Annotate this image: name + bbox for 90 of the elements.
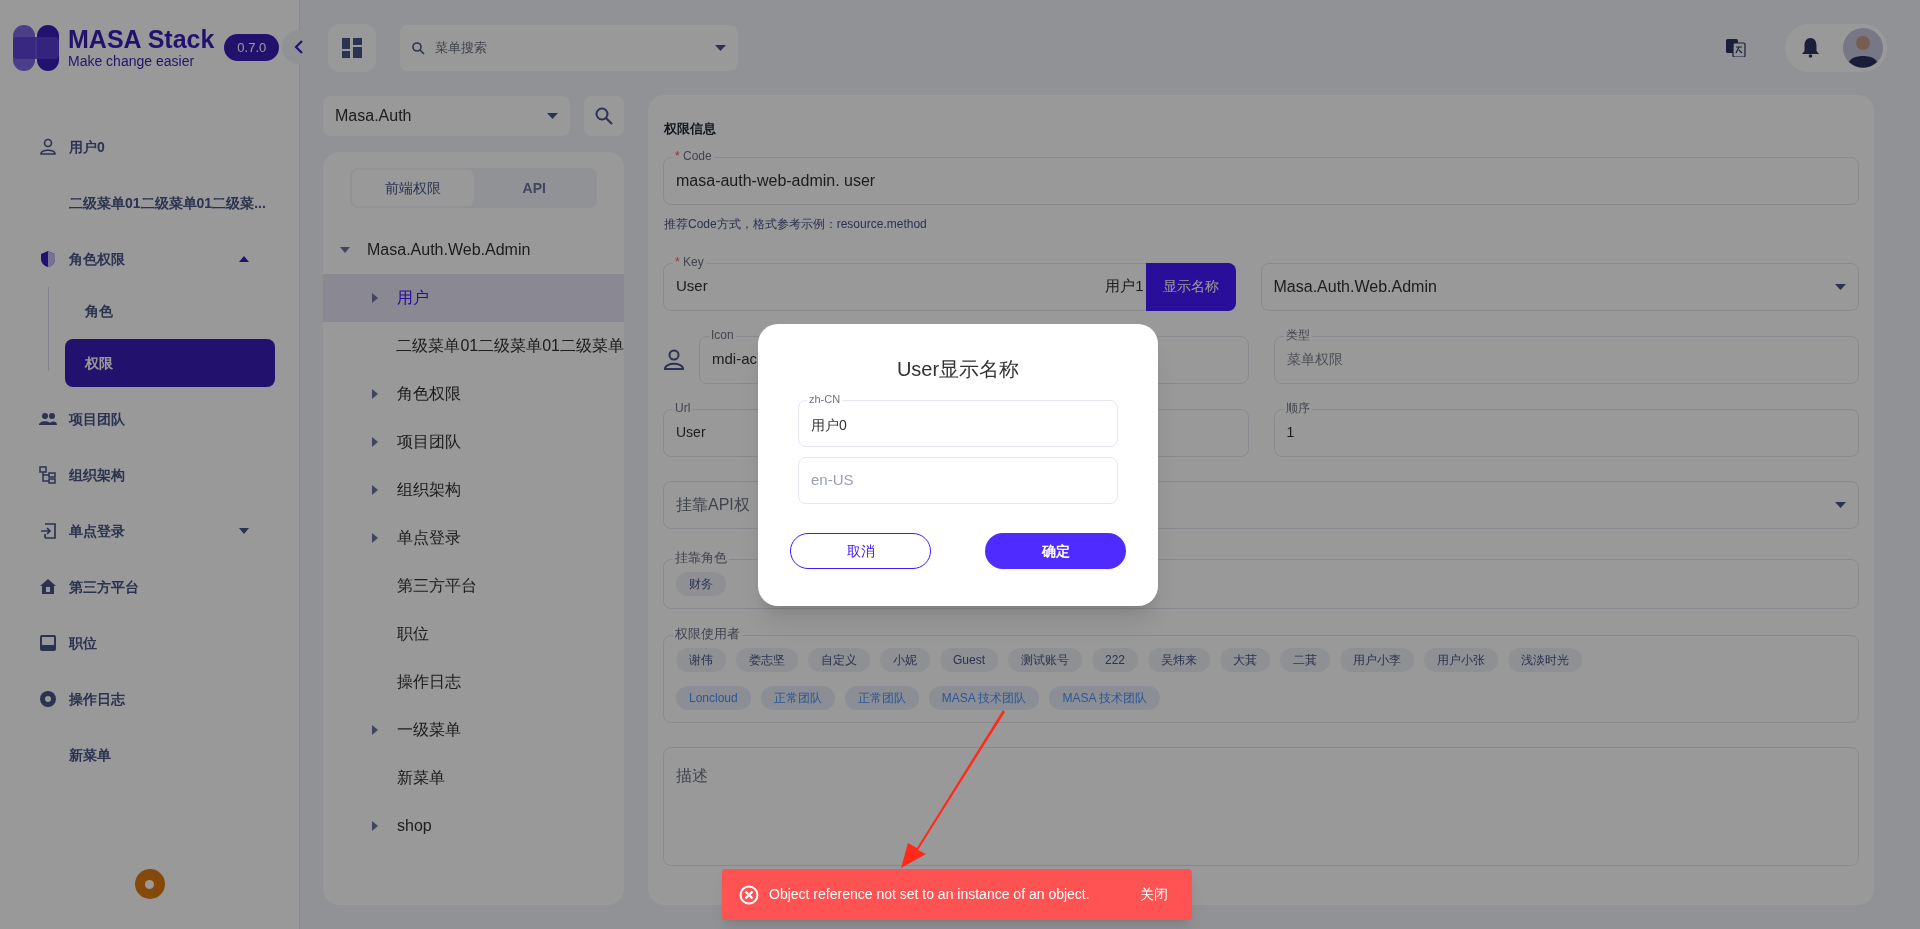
tree-item[interactable]: 单点登录 [323, 514, 624, 562]
menu-item-icon [39, 634, 57, 652]
section-title: 权限信息 [664, 120, 717, 138]
chip: MASA 技术团队 [928, 685, 1040, 710]
chip: 二萁 [1280, 647, 1331, 672]
chip: MASA 技术团队 [1049, 685, 1161, 710]
tree-item[interactable]: 新菜单 [323, 754, 624, 802]
dropdown-arrow-icon [547, 113, 558, 119]
chevron-left-icon [294, 40, 304, 54]
sidebar-item[interactable]: 第三方平台 [0, 559, 299, 615]
dropdown-arrow-icon [715, 44, 726, 51]
person-icon [663, 348, 685, 371]
chip: 娄志坚 [736, 647, 798, 672]
tree-item[interactable]: 二级菜单01二级菜单01二级菜单 [323, 322, 624, 370]
dashboard-icon [342, 37, 362, 58]
chip: 大萁 [1220, 647, 1271, 672]
dialog-title: User显示名称 [896, 357, 1020, 382]
search-icon [412, 41, 425, 55]
tree-item[interactable]: Masa.Auth.Web.Admin [323, 226, 624, 274]
menu-item-icon [39, 138, 57, 156]
menu-item-icon [39, 578, 57, 596]
error-message: Object reference not set to an instance of an object. [769, 885, 1090, 904]
sidebar-item[interactable]: 用户0 [0, 119, 299, 175]
chip: 浅淡时光 [1508, 647, 1583, 672]
tree-item[interactable]: 项目团队 [323, 418, 624, 466]
menu-item-icon [39, 522, 57, 540]
sidebar-item[interactable]: 操作日志 [0, 671, 299, 727]
tree-item[interactable]: 第三方平台 [323, 562, 624, 610]
sidebar-item[interactable]: 职位 [0, 615, 299, 671]
sidebar-subitem[interactable]: 角色 [65, 287, 275, 335]
chip: 财务 [676, 571, 726, 596]
field-label: 顺序 [1283, 399, 1312, 416]
field-label: 挂靠角色 [673, 549, 729, 566]
sidebar-item[interactable]: 单点登录 [0, 503, 299, 559]
menu-item-icon [39, 690, 57, 708]
tab[interactable]: 前端权限 [352, 170, 474, 206]
app-select[interactable]: Masa.Auth.Web.Admin [1260, 262, 1859, 311]
menu-item-icon [39, 410, 57, 428]
display-name-button[interactable]: 显示名称 [1145, 262, 1236, 311]
chip: 222 [1092, 647, 1139, 672]
sidebar-item[interactable]: 组织架构 [0, 447, 299, 503]
tree-item[interactable]: 用户 [323, 274, 624, 322]
app-title: MASA Stack [68, 27, 215, 52]
chip: 谢伟 [676, 647, 726, 672]
search-icon [595, 107, 613, 125]
description-field[interactable]: 描述 [663, 746, 1859, 866]
avatar-icon[interactable] [1843, 27, 1883, 68]
field-label: zh-CN [807, 392, 843, 406]
tab[interactable]: API [473, 170, 595, 206]
app-subtitle: Make change easier [68, 54, 196, 68]
field-label: 权限使用者 [673, 625, 742, 642]
dashboard-button[interactable] [328, 23, 376, 72]
chip: 用户小张 [1424, 647, 1499, 672]
version-badge: 0.7.0 [224, 33, 280, 62]
notification-bell-icon[interactable] [1801, 37, 1820, 58]
sidebar-item[interactable]: 新菜单 [0, 727, 299, 783]
sidebar-item[interactable]: 项目团队 [0, 391, 299, 447]
dropdown-arrow-icon [1835, 501, 1846, 508]
chip: 测试账号 [1008, 647, 1082, 672]
chip: 自定义 [808, 647, 870, 672]
sidebar-item[interactable]: 二级菜单01二级菜单01二级菜... [0, 175, 299, 231]
display-name-text: 用户1 [1105, 276, 1144, 297]
sidebar-item[interactable]: 角色权限 [0, 231, 299, 287]
chip: 正常团队 [844, 685, 919, 710]
dropdown-arrow-icon [1835, 283, 1846, 290]
error-icon [739, 884, 759, 905]
chip: 用户小李 [1340, 647, 1415, 672]
chip: Guest [940, 647, 998, 672]
tree-item[interactable]: 角色权限 [323, 370, 624, 418]
chip: 正常团队 [760, 685, 835, 710]
logo-icon [13, 24, 59, 71]
app-select[interactable]: Masa.Auth [323, 96, 570, 136]
sidebar-subitem[interactable]: 权限 [65, 339, 275, 387]
field-hint: 推荐Code方式，格式参考示例：resource.method [664, 215, 928, 233]
menu-item-icon [39, 250, 57, 268]
chip: 小妮 [880, 647, 930, 672]
search-button[interactable] [584, 96, 624, 136]
chip: 吴炜来 [1148, 647, 1211, 672]
menu-item-icon [39, 466, 57, 484]
tree-item[interactable]: 组织架构 [323, 466, 624, 514]
tree-item[interactable]: 一级菜单 [323, 706, 624, 754]
menu-search-field[interactable]: 菜单搜索 [400, 24, 738, 71]
tree-item[interactable]: 操作日志 [323, 658, 624, 706]
tree-item[interactable]: shop [323, 802, 624, 850]
close-button[interactable]: 关闭 [1140, 884, 1168, 905]
field-label: 类型 [1283, 326, 1312, 343]
confirm-button[interactable]: 确定 [985, 533, 1126, 569]
chip: Loncloud [676, 685, 751, 710]
tree-item[interactable]: 职位 [323, 610, 624, 658]
translate-icon [1726, 38, 1746, 57]
